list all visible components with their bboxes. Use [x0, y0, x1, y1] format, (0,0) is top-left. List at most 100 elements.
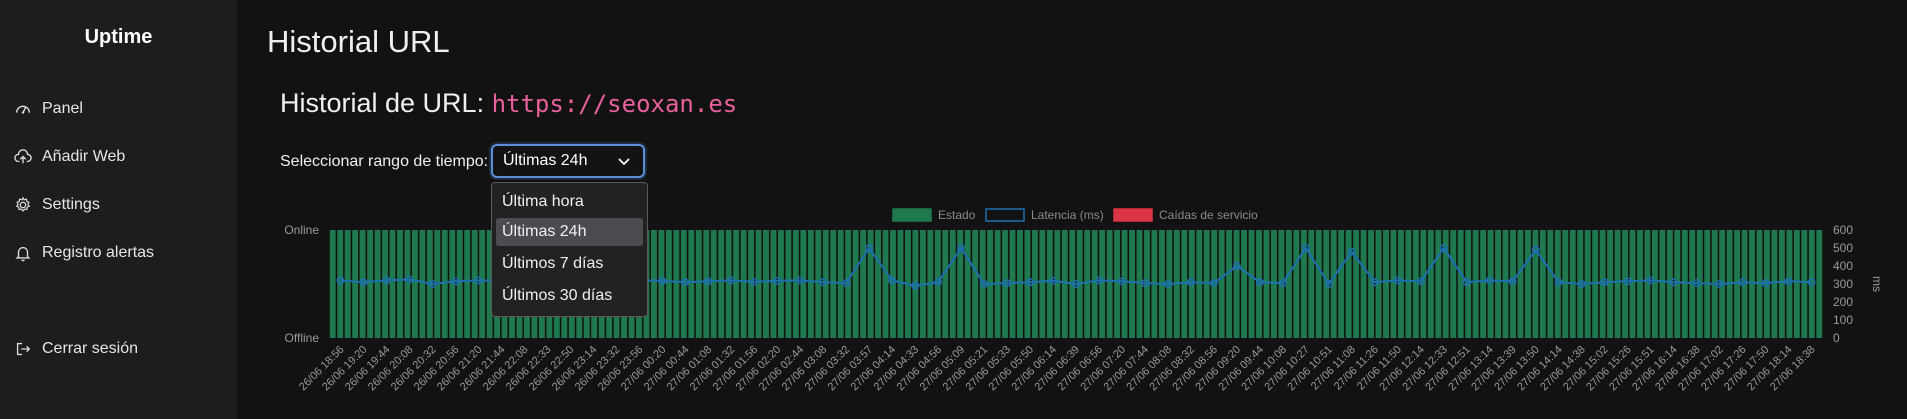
right-tick-label: 300	[1833, 277, 1853, 291]
y-label-online: Online	[284, 223, 319, 237]
estado-bar	[1793, 230, 1800, 338]
estado-bar	[464, 230, 471, 338]
sidebar-item-label: Cerrar sesión	[42, 340, 139, 357]
estado-bar	[1039, 230, 1046, 338]
estado-bar	[1271, 230, 1277, 338]
sidebar-item-anadir-web[interactable]: Añadir Web	[14, 148, 125, 166]
estado-bar	[1285, 230, 1292, 338]
estado-bar	[1061, 230, 1068, 338]
estado-bar	[1084, 230, 1091, 338]
estado-bar	[1472, 230, 1479, 338]
right-axis-title: ms	[1870, 276, 1884, 292]
uptime-chart: Estado Latencia (ms) Caídas de servicio Onl…	[284, 208, 1884, 393]
legend-estado-label: Estado	[938, 208, 976, 222]
legend-caidas-swatch	[1113, 208, 1153, 222]
estado-bar	[1181, 230, 1188, 338]
estado-bar	[367, 230, 374, 338]
time-range-dropdown: Última hora Últimas 24h Últimos 7 días Ú…	[491, 182, 648, 317]
estado-bar	[665, 230, 672, 338]
estado-bar	[1659, 230, 1666, 338]
bell-icon	[15, 246, 31, 262]
option-ultimas-24h[interactable]: Últimas 24h	[496, 218, 643, 246]
option-ultimos-7-dias[interactable]: Últimos 7 días	[496, 250, 643, 278]
sidebar-item-label: Registro alertas	[42, 244, 155, 261]
estado-bar	[1226, 230, 1233, 338]
estado-bar	[479, 230, 486, 338]
estado-bar	[710, 230, 717, 338]
estado-bar	[397, 230, 403, 338]
estado-bar	[1681, 230, 1688, 338]
estado-bar	[1338, 230, 1345, 338]
estado-bar	[374, 230, 381, 338]
estado-bar	[733, 230, 740, 338]
estado-bar	[1263, 230, 1270, 338]
estado-bar	[785, 230, 792, 338]
estado-bar	[411, 230, 418, 338]
estado-bar	[1502, 230, 1509, 338]
right-tick-label: 600	[1833, 223, 1853, 237]
estado-bar	[882, 230, 889, 338]
estado-bar	[695, 230, 702, 338]
legend-caidas-label: Caídas de servicio	[1159, 208, 1258, 222]
estado-bar	[1203, 230, 1210, 338]
estado-bar	[718, 230, 725, 338]
estado-bar	[680, 230, 687, 338]
estado-bar	[860, 230, 867, 338]
estado-bar	[352, 230, 359, 338]
estado-bar	[1427, 230, 1434, 338]
gear-icon	[15, 196, 31, 212]
estado-bar	[1651, 230, 1658, 338]
estado-bar	[1106, 230, 1113, 338]
estado-bar	[688, 230, 695, 338]
estado-bar	[1353, 230, 1360, 338]
sidebar-item-settings[interactable]: Settings	[14, 196, 100, 214]
legend-latencia-label: Latencia (ms)	[1031, 208, 1104, 222]
estado-bar	[404, 230, 411, 338]
estado-bar	[867, 230, 874, 338]
estado-bar	[807, 230, 814, 338]
estado-bar	[1778, 230, 1785, 338]
estado-bar	[1756, 230, 1763, 338]
sidebar-item-label: Panel	[42, 100, 83, 117]
estado-bar	[389, 230, 396, 338]
legend-estado-swatch	[892, 208, 932, 222]
estado-bar	[419, 230, 426, 338]
estado-bar	[964, 230, 971, 338]
estado-bar	[651, 230, 657, 338]
estado-bar	[740, 230, 747, 338]
gauge-icon	[15, 105, 31, 114]
estado-bar	[1801, 230, 1808, 338]
estado-bar	[1405, 230, 1412, 338]
estado-bar	[972, 230, 979, 338]
estado-bar	[830, 230, 837, 338]
logout-icon	[16, 342, 31, 356]
estado-bar	[344, 230, 351, 338]
estado-bar	[1562, 230, 1569, 338]
estado-bar	[792, 230, 799, 338]
sidebar-item-cerrar-sesion[interactable]: Cerrar sesión	[14, 340, 138, 358]
sidebar: Uptime Panel Añadir Web Settings Registr…	[0, 0, 237, 419]
right-tick-label: 0	[1833, 331, 1840, 345]
estado-bar	[1637, 230, 1643, 338]
estado-bar	[1450, 230, 1457, 338]
estado-bar	[1233, 230, 1240, 338]
estado-bar	[1480, 230, 1487, 338]
estado-bar	[1771, 230, 1778, 338]
estado-bar	[1390, 230, 1397, 338]
estado-bar	[1129, 230, 1135, 338]
estado-bar	[1383, 230, 1389, 338]
estado-bar	[1360, 230, 1367, 338]
estado-bar	[1539, 230, 1546, 338]
option-ultima-hora[interactable]: Última hora	[496, 188, 643, 216]
estado-bar	[1465, 230, 1472, 338]
option-ultimos-30-dias[interactable]: Últimos 30 días	[496, 282, 643, 310]
estado-bar	[1248, 230, 1255, 338]
estado-bar	[875, 230, 881, 338]
sidebar-item-registro-alertas[interactable]: Registro alertas	[14, 244, 154, 262]
brand-logo[interactable]: Uptime	[0, 26, 237, 49]
sidebar-item-panel[interactable]: Panel	[14, 100, 83, 118]
right-tick-label: 200	[1833, 295, 1853, 309]
estado-bar	[673, 230, 680, 338]
right-tick-label: 400	[1833, 259, 1853, 273]
sidebar-item-label: Settings	[42, 196, 100, 213]
